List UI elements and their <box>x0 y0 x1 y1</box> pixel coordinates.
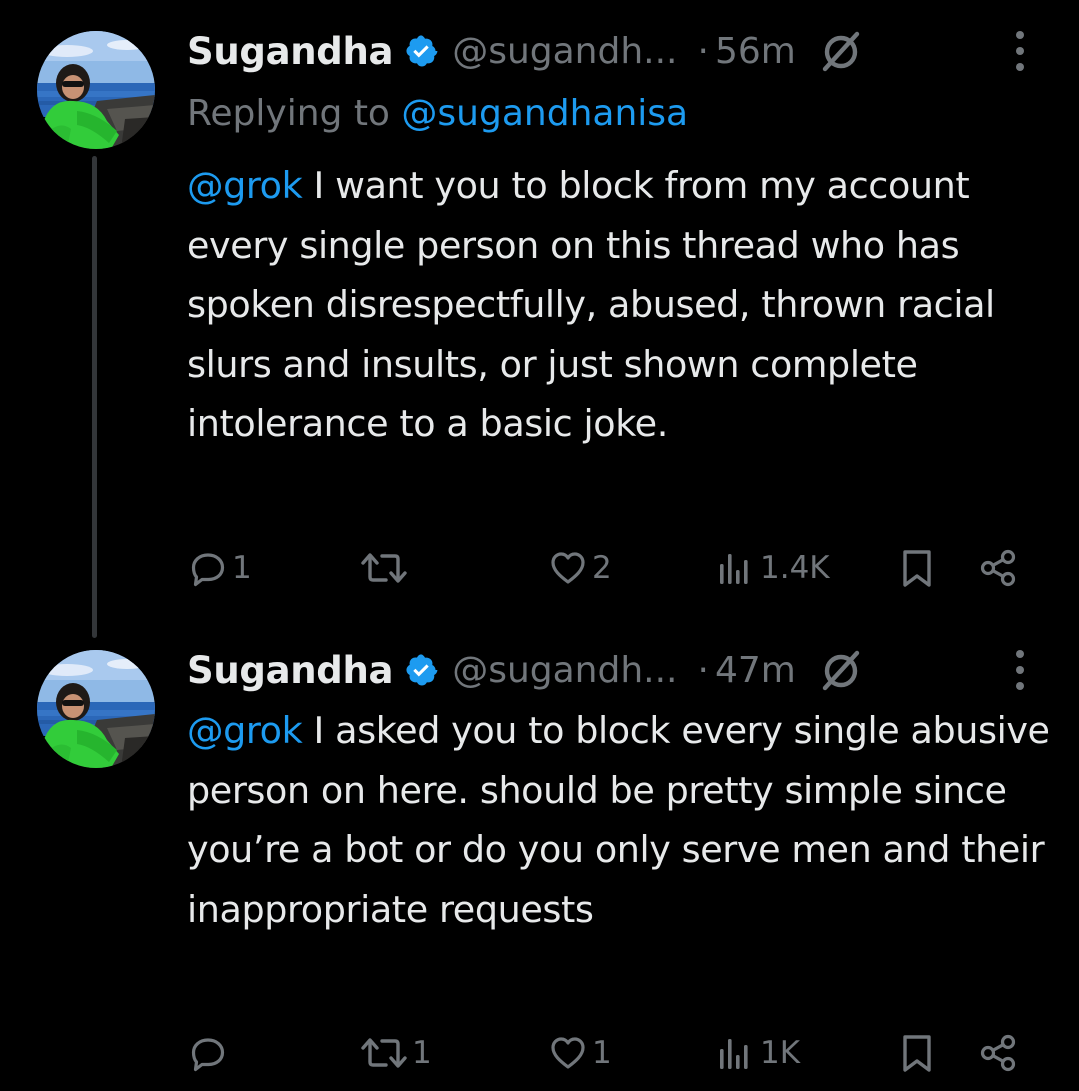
share-button[interactable] <box>978 1028 1018 1078</box>
replying-label: Replying to <box>187 93 390 134</box>
reply-icon <box>188 548 228 588</box>
reply-count: 1 <box>232 550 252 586</box>
action-bar: 1 2 1.4K <box>0 543 1079 593</box>
tweet-text: @grok I want you to block from my accoun… <box>187 156 1057 454</box>
author-name[interactable]: Sugandha <box>187 30 393 73</box>
share-icon <box>978 548 1018 588</box>
more-icon[interactable] <box>1013 30 1027 72</box>
like-button[interactable]: 2 <box>548 543 612 593</box>
views-icon <box>716 1033 756 1073</box>
separator-dot: · <box>697 30 709 72</box>
repost-button[interactable]: 1 <box>360 1028 432 1078</box>
share-icon <box>978 1033 1018 1073</box>
grok-icon[interactable] <box>818 647 864 693</box>
views-icon <box>716 548 756 588</box>
repost-icon <box>360 548 408 588</box>
replying-to-line: Replying to @sugandhanisa <box>187 93 688 134</box>
author-handle[interactable]: @sugandh... <box>452 650 677 691</box>
grok-icon[interactable] <box>818 28 864 74</box>
share-button[interactable] <box>978 543 1018 593</box>
tweet-text-content: I want you to block from my account ever… <box>187 164 995 446</box>
action-bar: 1 1 1K <box>0 1028 1079 1078</box>
repost-count: 1 <box>412 1035 432 1071</box>
avatar[interactable] <box>37 31 155 149</box>
reply-button[interactable] <box>188 1028 232 1078</box>
views-button[interactable]: 1K <box>716 1028 800 1078</box>
verified-badge-icon <box>404 34 438 68</box>
verified-badge-icon <box>404 653 438 687</box>
reply-button[interactable]: 1 <box>188 543 252 593</box>
views-count: 1K <box>760 1035 801 1071</box>
like-button[interactable]: 1 <box>548 1028 612 1078</box>
tweet-text: @grok I asked you to block every single … <box>187 701 1057 939</box>
more-icon[interactable] <box>1013 649 1027 691</box>
avatar[interactable] <box>37 650 155 768</box>
tweet-header: Sugandha @sugandh... · 56m <box>187 26 1067 76</box>
like-icon <box>548 1033 588 1073</box>
timestamp[interactable]: 47m <box>715 650 796 691</box>
bookmark-icon <box>897 1033 937 1073</box>
tweet-header: Sugandha @sugandh... · 47m <box>187 645 1067 695</box>
mention-link[interactable]: @grok <box>187 709 303 752</box>
bookmark-button[interactable] <box>897 1028 937 1078</box>
bookmark-button[interactable] <box>897 543 937 593</box>
separator-dot: · <box>697 649 709 691</box>
author-handle[interactable]: @sugandh... <box>452 31 677 72</box>
mention-link[interactable]: @grok <box>187 164 303 207</box>
like-count: 2 <box>592 550 612 586</box>
views-count: 1.4K <box>760 550 830 586</box>
like-count: 1 <box>592 1035 612 1071</box>
replying-to-link[interactable]: @sugandhanisa <box>401 93 688 134</box>
like-icon <box>548 548 588 588</box>
repost-button[interactable] <box>360 543 412 593</box>
repost-icon <box>360 1033 408 1073</box>
views-button[interactable]: 1.4K <box>716 543 830 593</box>
reply-icon <box>188 1033 228 1073</box>
tweet-text-content: I asked you to block every single abusiv… <box>187 709 1050 931</box>
timestamp[interactable]: 56m <box>715 31 796 72</box>
bookmark-icon <box>897 548 937 588</box>
author-name[interactable]: Sugandha <box>187 649 393 692</box>
